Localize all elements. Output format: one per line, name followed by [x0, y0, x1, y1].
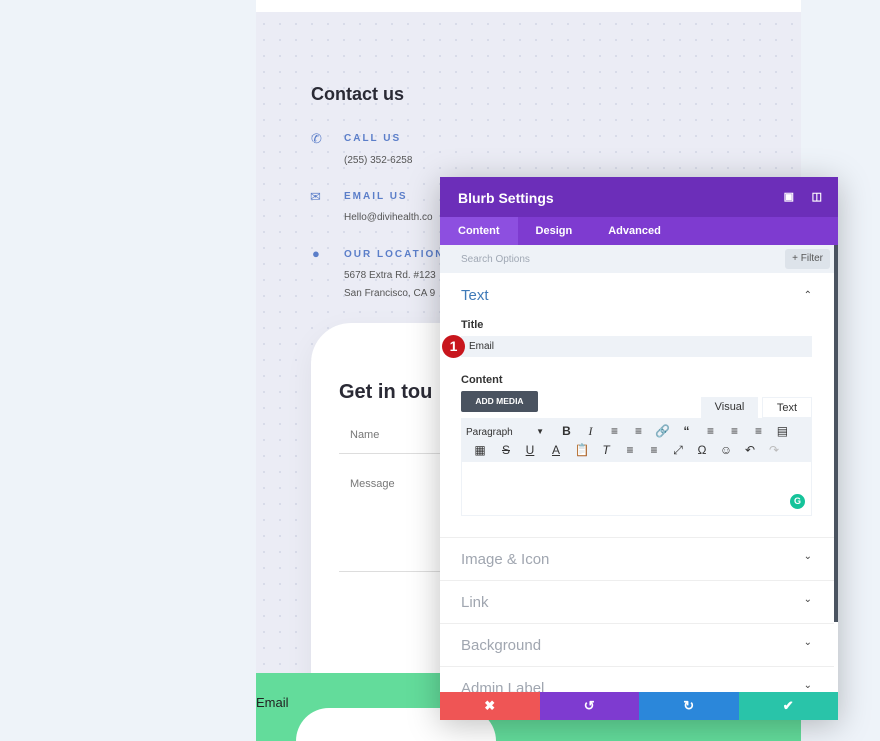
search-bar: Search Options + Filter	[440, 245, 838, 273]
chevron-down-icon: ⌄	[803, 594, 812, 605]
footer-email-text: Email	[256, 695, 289, 710]
indent-icon[interactable]: ≡	[642, 443, 666, 457]
section-link[interactable]: Link ⌄	[440, 580, 834, 623]
section-image-icon[interactable]: Image & Icon ⌄	[440, 537, 834, 580]
add-media-button[interactable]: ADD MEDIA	[461, 391, 538, 412]
sidebar-toggle-icon[interactable]: ◫	[812, 190, 822, 203]
message-field[interactable]: Message	[350, 478, 395, 490]
address-line-1: 5678 Extra Rd. #123	[344, 270, 436, 281]
email-us-label: EMAIL US	[344, 191, 408, 202]
call-us-label: CALL US	[344, 133, 402, 144]
justify-icon[interactable]: ▤	[770, 424, 794, 438]
redo-button[interactable]: ↻	[639, 692, 739, 720]
visual-tab[interactable]: Visual	[701, 397, 758, 418]
tab-content[interactable]: Content	[440, 217, 518, 245]
rich-text-editor[interactable]: Paragraph ▼ B I ≡ ≡ 🔗 “≡ ≡ ≡ ▤ ▦ S U A 📋 T ≡ ≡ ⤢ Ω ☺ ↶ ↷ G	[461, 418, 812, 516]
address-line-2: San Francisco, CA 9	[344, 288, 436, 299]
panel-tabs: Content Design Advanced	[440, 217, 838, 245]
undo-button[interactable]: ↺	[539, 692, 639, 720]
redo-editor-icon[interactable]: ↷	[762, 443, 786, 457]
undo-editor-icon[interactable]: ↶	[738, 443, 762, 457]
chevron-down-icon: ⌄	[803, 680, 812, 691]
section-background[interactable]: Background ⌄	[440, 623, 834, 666]
outdent-icon[interactable]: ≡	[618, 443, 642, 457]
panel-header: Blurb Settings ▣ ◫	[440, 177, 838, 217]
fullscreen-icon[interactable]: ▣	[784, 190, 794, 203]
editor-toolbar: Paragraph ▼ B I ≡ ≡ 🔗 “≡ ≡ ≡ ▤ ▦ S U A 📋 T ≡ ≡ ⤢ Ω ☺ ↶ ↷	[462, 419, 811, 462]
text-section-title[interactable]: Text	[461, 287, 489, 304]
title-label: Title	[461, 319, 484, 331]
blockquote-icon[interactable]: “	[674, 424, 698, 438]
form-heading: Get in tou	[339, 381, 433, 403]
clear-format-icon[interactable]: T	[594, 443, 618, 457]
align-center-icon[interactable]: ≡	[722, 424, 746, 438]
blurb-settings-panel: Blurb Settings ▣ ◫ Content Design Advanc…	[440, 177, 838, 720]
strikethrough-icon[interactable]: S	[494, 443, 518, 457]
tab-advanced[interactable]: Advanced	[590, 217, 679, 245]
align-left-icon[interactable]: ≡	[698, 424, 722, 438]
chevron-up-icon[interactable]: ⌃	[804, 290, 812, 301]
title-input[interactable]: Email	[461, 336, 812, 357]
paste-icon[interactable]: 📋	[570, 443, 594, 457]
link-icon[interactable]: 🔗	[650, 424, 674, 438]
phone-icon: ✆	[311, 131, 322, 146]
numbered-list-icon[interactable]: ≡	[626, 424, 650, 438]
top-band	[256, 0, 801, 12]
grammarly-icon[interactable]: G	[790, 494, 805, 509]
format-select[interactable]: Paragraph ▼	[466, 427, 550, 438]
envelope-icon: ✉	[310, 189, 321, 204]
text-color-icon[interactable]: A	[542, 443, 570, 457]
omega-icon[interactable]: Ω	[690, 443, 714, 457]
step-badge: 1	[442, 335, 465, 358]
cancel-button[interactable]: ✖	[440, 692, 540, 720]
email-address: Hello@divihealth.co	[344, 212, 433, 223]
panel-title: Blurb Settings	[458, 190, 554, 206]
tab-design[interactable]: Design	[518, 217, 591, 245]
emoji-icon[interactable]: ☺	[714, 443, 738, 457]
table-icon[interactable]: ▦	[466, 443, 494, 457]
save-button[interactable]: ✔	[738, 692, 838, 720]
contact-heading: Contact us	[311, 84, 405, 104]
bullet-list-icon[interactable]: ≡	[602, 424, 626, 438]
italic-icon[interactable]: I	[578, 424, 602, 439]
chevron-down-icon: ⌄	[803, 551, 812, 562]
location-label: OUR LOCATION	[344, 249, 445, 260]
text-tab[interactable]: Text	[762, 397, 812, 418]
phone-number: (255) 352-6258	[344, 155, 413, 166]
search-input[interactable]: Search Options	[461, 254, 530, 265]
name-field[interactable]: Name	[350, 429, 379, 441]
underline-icon[interactable]: U	[518, 443, 542, 457]
panel-footer: ✖ ↺ ↻ ✔	[440, 692, 838, 720]
align-right-icon[interactable]: ≡	[746, 424, 770, 438]
location-pin-icon: ●	[312, 246, 320, 261]
scrollbar[interactable]	[834, 245, 838, 622]
content-label: Content	[461, 374, 503, 386]
bold-icon[interactable]: B	[554, 424, 578, 438]
chevron-down-icon: ⌄	[803, 637, 812, 648]
filter-button[interactable]: + Filter	[785, 249, 830, 269]
fullscreen-editor-icon[interactable]: ⤢	[666, 443, 690, 458]
